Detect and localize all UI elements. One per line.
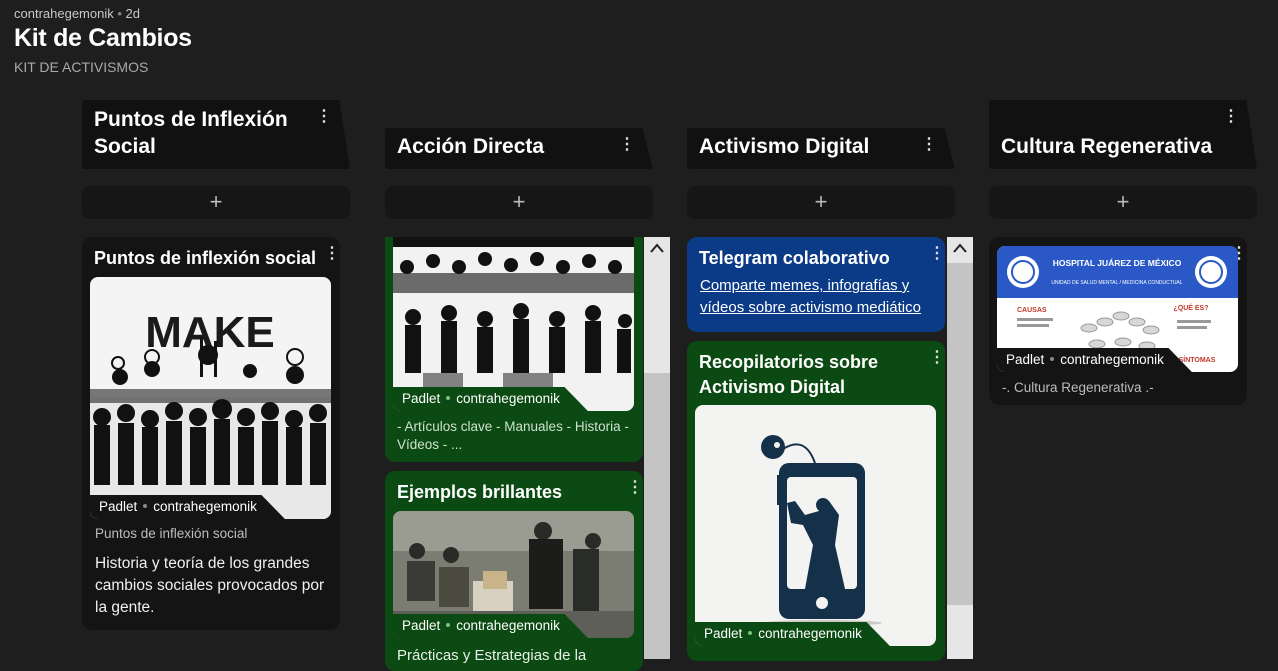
post-image[interactable]: MAKE Padlet contrahegemonik [90, 277, 331, 519]
scroll-up-icon[interactable] [650, 243, 664, 253]
tag-dot [748, 631, 753, 636]
post-attribution-tag: Padlet contrahegemonik [997, 348, 1192, 372]
column-menu-icon[interactable]: ⋮ [1223, 109, 1239, 125]
column-title[interactable]: Cultura Regenerativa [1001, 133, 1221, 160]
tag-source: Padlet [402, 618, 441, 633]
column-scrollbar[interactable] [644, 237, 670, 659]
post-menu-icon[interactable]: ⋮ [627, 480, 643, 496]
post-card[interactable]: Recopilatorios sobre Activismo Digital ⋮… [687, 341, 945, 661]
separator-dot: • [117, 6, 126, 21]
tag-author: contrahegemonik [1060, 352, 1164, 367]
tag-source: Padlet [1006, 352, 1045, 367]
post-menu-icon[interactable]: ⋮ [324, 246, 340, 262]
add-post-button[interactable]: + [82, 186, 350, 219]
poster-que: ¿QUÉ ES? [1173, 303, 1208, 312]
scroll-up-icon[interactable] [953, 243, 967, 253]
add-post-button[interactable]: + [385, 186, 653, 219]
tag-dot [1050, 357, 1055, 362]
tag-dot [446, 396, 451, 401]
post-card[interactable]: Puntos de inflexión social ⋮ MAKE Padlet… [82, 237, 340, 630]
page-subtitle: KIT DE ACTIVISMOS [14, 59, 149, 75]
post-title: Recopilatorios sobre Activismo Digital [699, 352, 879, 397]
post-card[interactable]: Ejemplos brillantes ⋮ Padlet contrahegemo… [385, 471, 643, 671]
padlet-header: contrahegemonik • 2d Kit de Cambios KIT … [14, 6, 192, 75]
protest-crowd-image: MAKE [90, 308, 331, 519]
column-title[interactable]: Acción Directa [397, 133, 617, 160]
scrollbar-thumb[interactable] [947, 263, 973, 605]
column-title[interactable]: Activismo Digital [699, 133, 919, 160]
post-attribution-tag: Padlet contrahegemonik [90, 495, 285, 519]
add-post-button[interactable]: + [989, 186, 1257, 219]
crowd-march-image [393, 237, 634, 393]
scrollbar-thumb[interactable] [644, 373, 670, 659]
post-title: Telegram colaborativo [699, 248, 890, 268]
tag-author: contrahegemonik [456, 618, 560, 633]
post-image[interactable]: Padlet contrahegemonik [393, 237, 634, 411]
phone-activist-illustration [761, 435, 882, 626]
post-title: Ejemplos brillantes [397, 482, 563, 502]
tag-dot [446, 623, 451, 628]
post-caption: Puntos de inflexión social [95, 526, 248, 541]
tag-source: Padlet [99, 499, 138, 514]
column-menu-icon[interactable]: ⋮ [921, 137, 937, 153]
poster-title: HOSPITAL JUÁREZ DE MÉXICO [1053, 258, 1182, 268]
column-header: Cultura Regenerativa ⋮ [989, 100, 1257, 169]
poster-subtitle: UNIDAD DE SALUD MENTAL / MEDICINA CONDUC… [1051, 280, 1182, 286]
post-menu-icon[interactable]: ⋮ [929, 350, 945, 366]
tag-source: Padlet [402, 391, 441, 406]
column-header: Acción Directa ⋮ [385, 128, 653, 169]
column-header: Puntos de Inflexión Social ⋮ [82, 100, 350, 169]
post-body: Historia y teoría de los grandes cambios… [95, 555, 325, 616]
tag-source: Padlet [704, 626, 743, 641]
post-menu-icon[interactable]: ⋮ [929, 246, 945, 262]
post-body: - Artículos clave - Manuales - Historia … [397, 419, 629, 452]
add-post-button[interactable]: + [687, 186, 955, 219]
tag-author: contrahegemonik [456, 391, 560, 406]
post-attribution-tag: Padlet contrahegemonik [393, 387, 588, 411]
header-meta: contrahegemonik • 2d [14, 6, 192, 21]
poster-sintomas: SÍNTOMAS [1179, 355, 1216, 364]
poster-causas: CAUSAS [1017, 307, 1047, 314]
post-body: Prácticas y Estrategias de la [397, 647, 587, 664]
post-attribution-tag: Padlet contrahegemonik [393, 614, 588, 638]
column-menu-icon[interactable]: ⋮ [619, 137, 635, 153]
post-image[interactable]: Padlet contrahegemonik [393, 511, 634, 638]
post-image[interactable]: HOSPITAL JUÁREZ DE MÉXICO UNIDAD DE SALU… [997, 246, 1238, 372]
post-age: 2d [125, 6, 140, 21]
tag-author: contrahegemonik [153, 499, 257, 514]
page-title: Kit de Cambios [14, 24, 192, 52]
post-title: Puntos de inflexión social [94, 248, 317, 268]
post-link[interactable]: Comparte memes, infografías y vídeos sob… [700, 275, 940, 319]
post-caption: -. Cultura Regenerativa .- [1002, 380, 1154, 395]
post-image[interactable]: Padlet contrahegemonik [695, 405, 936, 646]
column-scrollbar[interactable] [947, 237, 973, 659]
post-attribution-tag: Padlet contrahegemonik [695, 622, 890, 646]
post-card[interactable]: Telegram colaborativo ⋮ Comparte memes, … [687, 237, 945, 332]
post-card[interactable]: Padlet contrahegemonik - Artículos clave … [385, 237, 643, 462]
post-card[interactable]: ⋮ HOSPITAL JUÁREZ DE MÉXICO UNIDAD DE SA… [989, 237, 1247, 405]
column-menu-icon[interactable]: ⋮ [316, 109, 332, 125]
tag-author: contrahegemonik [758, 626, 862, 641]
author-name[interactable]: contrahegemonik [14, 6, 114, 21]
column-title[interactable]: Puntos de Inflexión Social [94, 106, 314, 160]
tag-dot [143, 504, 148, 509]
column-header: Activismo Digital ⋮ [687, 128, 955, 169]
